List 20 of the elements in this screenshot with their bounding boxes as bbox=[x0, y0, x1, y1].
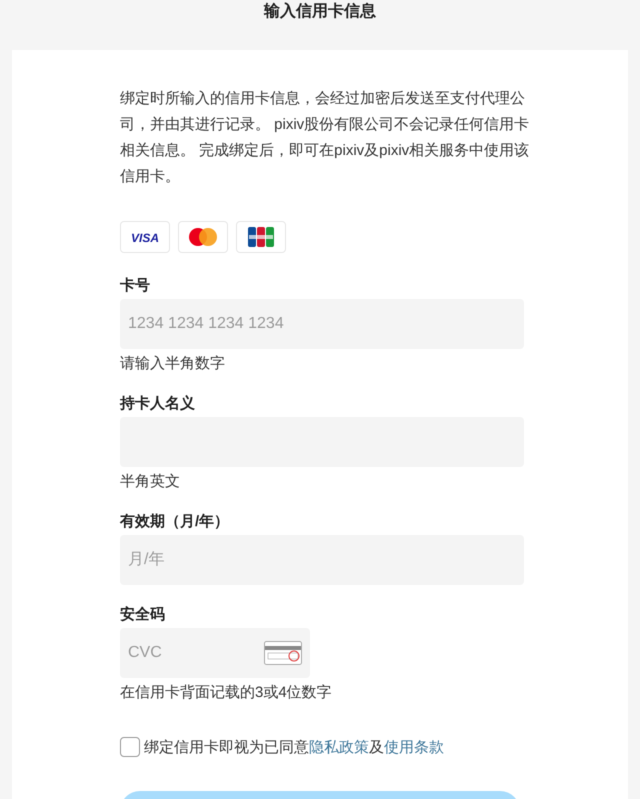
agree-checkbox[interactable] bbox=[120, 737, 140, 757]
field-label: 安全码 bbox=[120, 605, 165, 625]
field-label: 卡号 bbox=[120, 276, 150, 296]
agreement-text: 绑定信用卡即视为已同意隐私政策及使用条款 bbox=[144, 738, 444, 756]
jcb-logo-icon bbox=[248, 227, 274, 247]
field-hint: 半角英文 bbox=[120, 472, 180, 492]
input-field[interactable]: 1234 1234 1234 1234 bbox=[120, 299, 524, 349]
field-hint: 请输入半角数字 bbox=[120, 354, 225, 374]
field-hint: 在信用卡背面记载的3或4位数字 bbox=[120, 683, 332, 703]
policy-link[interactable]: 隐私政策 bbox=[309, 738, 369, 756]
visa-logo-icon: VISA bbox=[131, 231, 159, 243]
field-label: 有效期（月/年） bbox=[120, 512, 230, 532]
input-field[interactable]: 月/年 bbox=[120, 535, 524, 585]
field-label: 持卡人名义 bbox=[120, 394, 195, 414]
policy-link[interactable]: 使用条款 bbox=[384, 738, 444, 756]
input-field[interactable]: CVC bbox=[120, 628, 310, 678]
card-back-icon bbox=[264, 641, 302, 665]
overlapping-circles-icon bbox=[187, 227, 219, 247]
page-title: 输入信用卡信息 bbox=[264, 2, 376, 22]
intro-paragraph: 绑定时所输入的信用卡信息，会经过加密后发送至支付代理公司，并由其进行记录。 pixiv股份有限公司不会记录任何信用卡相关信息。 完成绑定后，即可在pixiv及pixiv相关服务中使用该信用卡。 bbox=[120, 89, 530, 187]
